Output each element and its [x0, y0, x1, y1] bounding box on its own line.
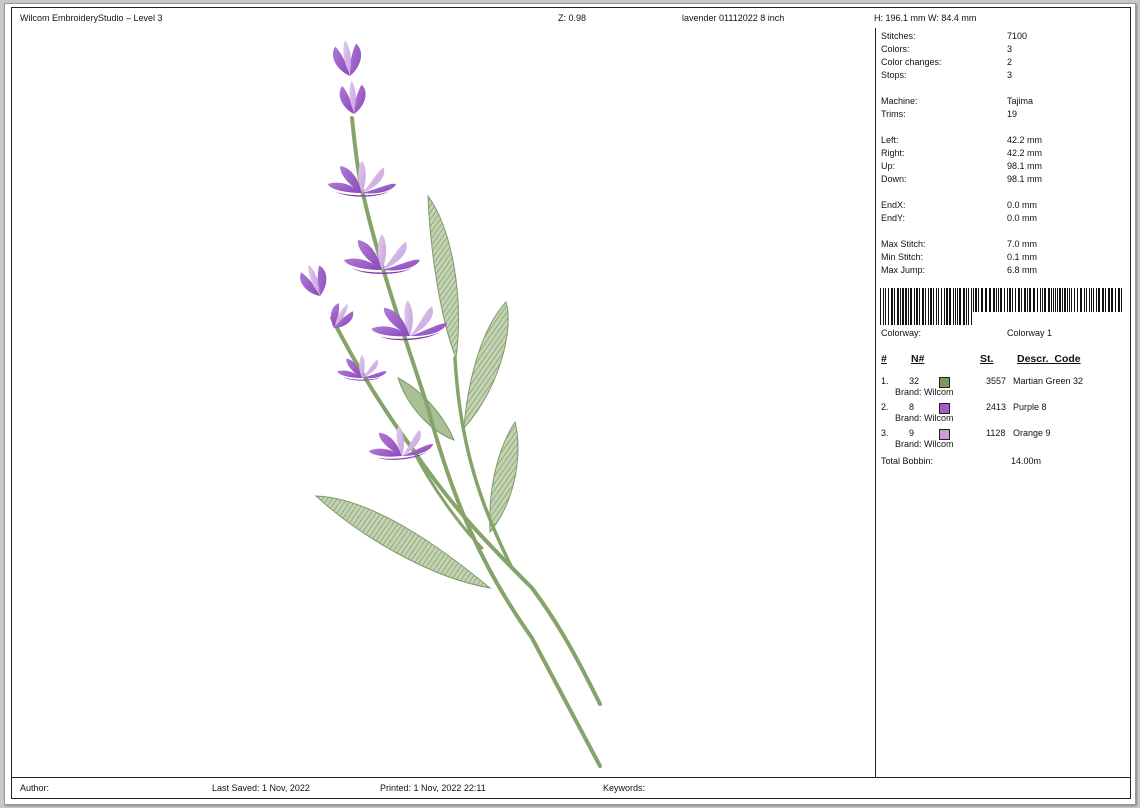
- total-bobbin-label: Total Bobbin:: [881, 456, 934, 466]
- author-field: Author:: [20, 783, 50, 793]
- color-stitches: 1128: [986, 428, 1006, 438]
- stat-row: Down: 98.1 mm: [881, 174, 1121, 186]
- stat-label: Trims:: [881, 109, 906, 119]
- color-index: 3.: [881, 428, 889, 438]
- color-table-header-number: N#: [911, 353, 925, 365]
- color-row: 3. 9 1128 Orange 9 Brand: Wilcom: [876, 428, 1130, 454]
- main-area: Stitches: 7100 Colors: 3 Color changes: 2 Stop…: [11, 28, 1131, 779]
- color-brand: Brand: Wilcom: [895, 439, 954, 449]
- stat-row: EndY: 0.0 mm: [881, 213, 1121, 225]
- stat-label: Colors:: [881, 44, 910, 54]
- design-size: H: 196.1 mm W: 84.4 mm: [874, 13, 977, 23]
- design-preview: [12, 28, 875, 778]
- stat-label: Stitches:: [881, 31, 916, 41]
- colorway-label: Colorway:: [881, 328, 922, 338]
- stat-row: Trims: 19: [881, 109, 1121, 121]
- stat-label: Left:: [881, 135, 899, 145]
- stat-value: 42.2 mm: [1007, 135, 1043, 145]
- stat-row: Machine: Tajima: [881, 96, 1121, 108]
- design-name: lavender 01112022 8 inch: [682, 13, 785, 23]
- color-brand: Brand: Wilcom: [895, 413, 954, 423]
- barcode-icon: [880, 288, 1122, 325]
- stat-label: Min Stitch:: [881, 252, 924, 262]
- color-number: 32: [909, 376, 920, 386]
- stat-value: 0.1 mm: [1007, 252, 1038, 262]
- stat-row: Stitches: 7100: [881, 31, 1121, 43]
- stat-label: Stops:: [881, 70, 907, 80]
- stat-row: EndX: 0.0 mm: [881, 200, 1121, 212]
- lavender-embroidery-design: [296, 37, 602, 768]
- stat-value: 42.2 mm: [1007, 148, 1043, 158]
- stat-label: Machine:: [881, 96, 918, 106]
- color-brand: Brand: Wilcom: [895, 387, 954, 397]
- stat-row: Up: 98.1 mm: [881, 161, 1121, 173]
- print-preview-sheet: Wilcom EmbroideryStudio – Level 3 Z: 0.9…: [4, 3, 1136, 805]
- stat-label: EndX:: [881, 200, 906, 210]
- color-number: 8: [909, 402, 915, 412]
- stat-row: Color changes: 2: [881, 57, 1121, 69]
- color-number: 9: [909, 428, 915, 438]
- color-index: 2.: [881, 402, 889, 412]
- footer-bar: Author: Last Saved: 1 Nov, 2022 Printed:…: [11, 777, 1131, 799]
- stat-label: EndY:: [881, 213, 906, 223]
- stat-value: 98.1 mm: [1007, 174, 1043, 184]
- color-table-header-index: #: [881, 353, 887, 365]
- stat-row: Stops: 3: [881, 70, 1121, 82]
- design-info-panel: Stitches: 7100 Colors: 3 Color changes: 2 Stop…: [875, 28, 1130, 778]
- stat-label: Right:: [881, 148, 905, 158]
- color-row: 2. 8 2413 Purple 8 Brand: Wilcom: [876, 402, 1130, 428]
- leaves: [314, 194, 519, 589]
- color-swatch: [939, 377, 950, 388]
- stat-row: Right: 42.2 mm: [881, 148, 1121, 160]
- colorway-value: Colorway 1: [1007, 328, 1053, 338]
- color-table-header-description: Descr._Code: [1017, 353, 1081, 365]
- stat-value: Tajima: [1007, 96, 1034, 106]
- color-row: 1. 32 3557 Martian Green 32 Brand: Wilcom: [876, 376, 1130, 402]
- color-stitches: 2413: [986, 402, 1007, 412]
- stat-value: 2: [1007, 57, 1013, 67]
- color-table-header-stitches: St.: [980, 353, 994, 365]
- stat-row: Max Jump: 6.8 mm: [881, 265, 1121, 277]
- stat-label: Max Jump:: [881, 265, 926, 275]
- stat-row: Colors: 3: [881, 44, 1121, 56]
- stat-label: Down:: [881, 174, 907, 184]
- stat-value: 0.0 mm: [1007, 213, 1038, 223]
- stat-value: 3: [1007, 70, 1013, 80]
- stat-row: Min Stitch: 0.1 mm: [881, 252, 1121, 264]
- stat-value: 98.1 mm: [1007, 161, 1043, 171]
- app-title: Wilcom EmbroideryStudio – Level 3: [20, 13, 163, 23]
- color-index: 1.: [881, 376, 889, 386]
- stat-value: 7100: [1007, 31, 1028, 41]
- stat-value: 19: [1007, 109, 1018, 119]
- stat-row: Max Stitch: 7.0 mm: [881, 239, 1121, 251]
- last-saved-field: Last Saved: 1 Nov, 2022: [212, 783, 310, 793]
- keywords-field: Keywords:: [603, 783, 646, 793]
- stat-value: 0.0 mm: [1007, 200, 1038, 210]
- stat-label: Up:: [881, 161, 896, 171]
- zoom-readout: Z: 0.98: [558, 13, 587, 23]
- stat-value: 6.8 mm: [1007, 265, 1038, 275]
- stat-value: 7.0 mm: [1007, 239, 1038, 249]
- header-bar: Wilcom EmbroideryStudio – Level 3 Z: 0.9…: [11, 7, 1131, 30]
- stat-label: Max Stitch:: [881, 239, 926, 249]
- stat-label: Color changes:: [881, 57, 942, 67]
- color-description: Orange 9: [1013, 428, 1051, 438]
- color-description: Martian Green 32: [1013, 376, 1084, 386]
- printed-field: Printed: 1 Nov, 2022 22:11: [380, 783, 486, 793]
- color-swatch: [939, 429, 950, 440]
- color-stitches: 3557: [986, 376, 1007, 386]
- stat-row: Left: 42.2 mm: [881, 135, 1121, 147]
- total-bobbin-value: 14.00m: [1011, 456, 1042, 466]
- color-swatch: [939, 403, 950, 414]
- stat-value: 3: [1007, 44, 1013, 54]
- stems: [330, 116, 602, 768]
- color-description: Purple 8: [1013, 402, 1047, 412]
